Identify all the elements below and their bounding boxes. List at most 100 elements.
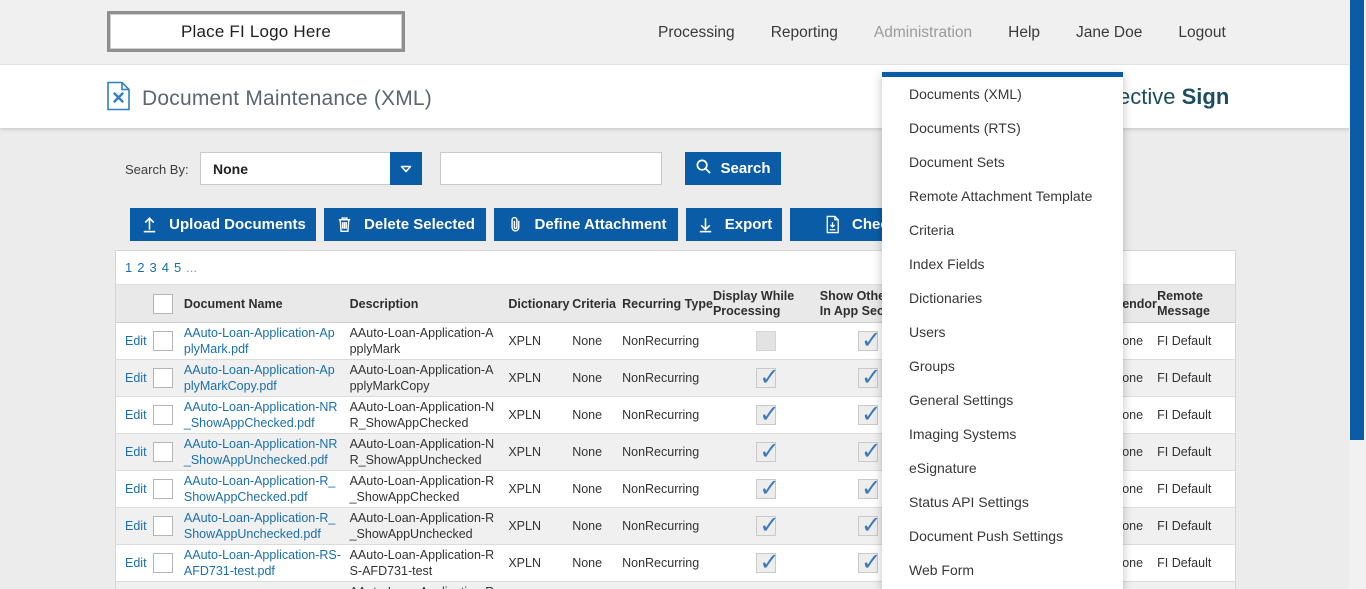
nav-help[interactable]: Help [1008,24,1040,42]
menu-item-status-api-settings[interactable]: Status API Settings [882,485,1123,519]
edit-link[interactable]: Edit [125,482,147,496]
checked-checkbox[interactable]: ✓ [858,553,878,573]
edit-link[interactable]: Edit [125,445,147,459]
define-attachment-button[interactable]: Define Attachment [494,208,678,241]
cell-display-while-processing [713,331,820,351]
document-name-link[interactable]: AAuto-Loan-Application-ApplyMark.pdf [184,326,335,356]
cell-vendor-partial: one [1122,482,1157,496]
menu-item-groups[interactable]: Groups [882,349,1123,383]
checked-checkbox[interactable]: ✓ [858,405,878,425]
menu-item-imaging-systems[interactable]: Imaging Systems [882,417,1123,451]
nav-processing[interactable]: Processing [658,24,735,42]
menu-item-remote-attachment-template[interactable]: Remote Attachment Template [882,179,1123,213]
checked-checkbox[interactable]: ✓ [756,516,776,536]
nav-reporting[interactable]: Reporting [771,24,838,42]
nav-jane-doe[interactable]: Jane Doe [1076,24,1142,42]
row-checkbox[interactable] [153,479,173,499]
document-name-link[interactable]: AAuto-Loan-Application-NR_ShowAppChecked… [184,400,338,430]
scrollbar-thumb[interactable] [1350,0,1364,440]
nav-logout[interactable]: Logout [1178,24,1225,42]
trash-icon [335,215,354,234]
search-button[interactable]: Search [685,152,781,185]
menu-item-criteria[interactable]: Criteria [882,213,1123,247]
menu-item-documents-xml[interactable]: Documents (XML) [882,77,1123,111]
upload-documents-button[interactable]: Upload Documents [130,208,316,241]
page-link-2[interactable]: 2 [137,260,144,275]
unchecked-checkbox[interactable] [756,331,776,351]
cell-document-name: AAuto-Loan-Application-R_ShowAppUnchecke… [184,510,350,542]
cell-criteria: None [572,408,622,422]
toolbar-button-label: Upload Documents [169,216,306,233]
row-checkbox[interactable] [153,516,173,536]
scrollbar-track[interactable] [1349,0,1366,589]
menu-item-index-fields[interactable]: Index Fields [882,247,1123,281]
delete-selected-button[interactable]: Delete Selected [324,208,486,241]
check-icon: ✓ [759,403,779,427]
row-checkbox[interactable] [153,553,173,573]
edit-link[interactable]: Edit [125,556,147,570]
menu-item-esignature[interactable]: eSignature [882,451,1123,485]
check-icon: ✓ [861,440,881,464]
row-checkbox[interactable] [153,442,173,462]
menu-item-web-form[interactable]: Web Form [882,553,1123,587]
checked-checkbox[interactable]: ✓ [756,442,776,462]
menu-item-document-sets[interactable]: Document Sets [882,145,1123,179]
page-link-1[interactable]: 1 [125,260,132,275]
document-name-link[interactable]: AAuto-Loan-Application-RS-AFD731-test.pd… [184,548,341,578]
cell-select [153,442,184,462]
menu-item-users[interactable]: Users [882,315,1123,349]
cell-criteria: None [572,556,622,570]
checked-checkbox[interactable]: ✓ [756,553,776,573]
page-link-3[interactable]: 3 [149,260,156,275]
cell-vendor-partial: one [1122,371,1157,385]
checked-checkbox[interactable]: ✓ [858,479,878,499]
document-name-link[interactable]: AAuto-Loan-Application-NR_ShowAppUncheck… [184,437,338,467]
checked-checkbox[interactable]: ✓ [756,368,776,388]
cell-recurring-type: NonRecurring [622,556,713,570]
check-icon: ✓ [759,366,779,390]
cell-edit: Edit [116,445,153,459]
menu-item-documents-rts[interactable]: Documents (RTS) [882,111,1123,145]
edit-link[interactable]: Edit [125,334,147,348]
search-by-select[interactable]: None [200,152,422,185]
cell-dictionary: XPLN [508,519,572,533]
check-icon: ✓ [861,551,881,575]
page-link-5[interactable]: 5 [174,260,181,275]
row-checkbox[interactable] [153,405,173,425]
document-name-link[interactable]: AAuto-Loan-Application-ApplyMarkCopy.pdf [184,363,335,393]
checked-checkbox[interactable]: ✓ [858,368,878,388]
page-link-4[interactable]: 4 [162,260,169,275]
cell-recurring-type: NonRecurring [622,334,713,348]
document-name-link[interactable]: AAuto-Loan-Application-R_ShowAppUnchecke… [184,511,335,541]
nav-administration[interactable]: Administration [874,24,972,42]
cell-remote-message: FI Default [1157,556,1235,570]
checked-checkbox[interactable]: ✓ [756,479,776,499]
checked-checkbox[interactable]: ✓ [858,331,878,351]
cell-document-name: AAuto-Loan-Application-NR_ShowAppChecked… [184,399,350,431]
cell-display-while-processing: ✓ [713,368,820,388]
chevron-down-icon[interactable] [390,152,422,185]
cell-description: AAuto-Loan-Application-RS [350,584,509,589]
row-checkbox[interactable] [153,368,173,388]
col-vendor-partial: endor [1122,297,1157,311]
menu-item-document-push-settings[interactable]: Document Push Settings [882,519,1123,553]
title-wrap: Document Maintenance (XML) [106,81,432,116]
menu-item-general-settings[interactable]: General Settings [882,383,1123,417]
checked-checkbox[interactable]: ✓ [858,516,878,536]
cell-dictionary: XPLN [508,334,572,348]
search-input[interactable] [440,152,662,185]
checked-checkbox[interactable]: ✓ [756,405,776,425]
admin-dropdown-menu: Documents (XML)Documents (RTS)Document S… [882,72,1123,589]
select-all-checkbox[interactable] [153,294,173,314]
checked-checkbox[interactable]: ✓ [858,442,878,462]
cell-select [153,553,184,573]
cell-remote-message: FI Default [1157,482,1235,496]
export-button[interactable]: Export [686,208,782,241]
edit-link[interactable]: Edit [125,408,147,422]
fi-logo-placeholder: Place FI Logo Here [107,11,405,52]
menu-item-dictionaries[interactable]: Dictionaries [882,281,1123,315]
row-checkbox[interactable] [153,331,173,351]
edit-link[interactable]: Edit [125,519,147,533]
document-name-link[interactable]: AAuto-Loan-Application-R_ShowAppChecked.… [184,474,335,504]
edit-link[interactable]: Edit [125,371,147,385]
